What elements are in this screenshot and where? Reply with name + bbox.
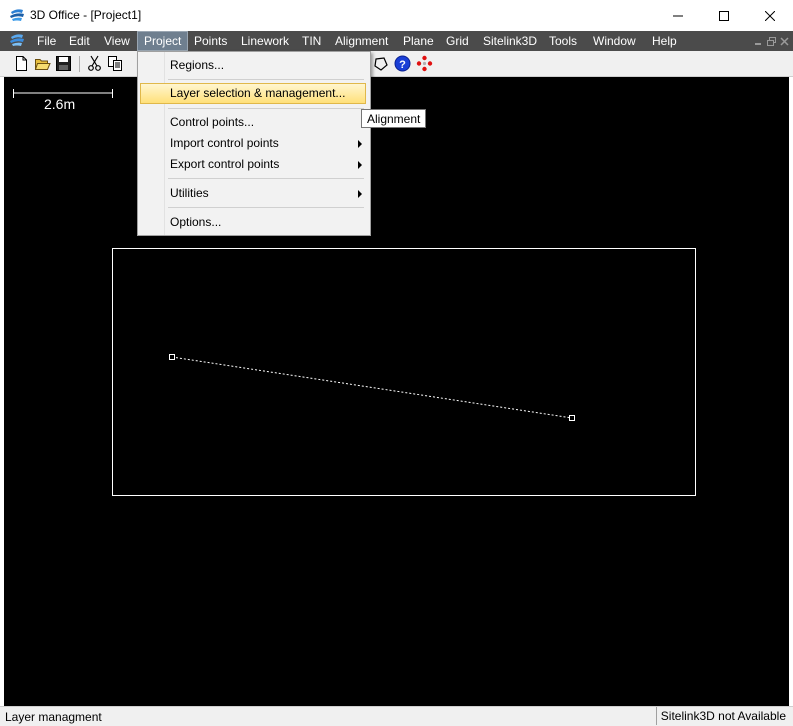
- mdi-controls: [754, 35, 789, 46]
- menu-sitelink3d[interactable]: Sitelink3D: [477, 31, 543, 51]
- minimize-button[interactable]: [655, 0, 701, 31]
- save-icon[interactable]: [55, 55, 72, 72]
- cut-icon[interactable]: [86, 55, 103, 72]
- snap-points-icon[interactable]: [416, 55, 433, 72]
- menu-item-import-control-points[interactable]: Import control points: [140, 133, 366, 154]
- scale-label: 2.6m: [44, 96, 76, 112]
- polygon-icon[interactable]: [372, 55, 389, 72]
- menu-tools[interactable]: Tools: [543, 31, 583, 51]
- menu-grid[interactable]: Grid: [440, 31, 475, 51]
- app-logo-icon: [10, 9, 24, 21]
- sitelink-status: Sitelink3D not Available: [655, 707, 790, 725]
- mdi-restore-icon[interactable]: [767, 35, 776, 46]
- menu-project[interactable]: Project: [137, 31, 189, 51]
- menu-item-label: Import control points: [170, 136, 279, 150]
- menu-item-label: Control points...: [170, 115, 255, 129]
- open-folder-icon[interactable]: [34, 55, 51, 72]
- menu-linework[interactable]: Linework: [235, 31, 295, 51]
- minimize-icon: [673, 15, 683, 16]
- document-logo-icon[interactable]: [9, 33, 25, 48]
- toolbar-separator: [79, 56, 80, 72]
- menu-item-utilities[interactable]: Utilities: [140, 183, 366, 204]
- menu-tin[interactable]: TIN: [296, 31, 327, 51]
- menu-item-regions[interactable]: Regions...: [140, 55, 366, 76]
- menu-points[interactable]: Points: [188, 31, 233, 51]
- menu-item-label: Options...: [170, 215, 222, 229]
- maximize-icon: [719, 10, 729, 21]
- status-bar: Layer managment Sitelink3D not Available: [0, 706, 793, 726]
- submenu-arrow-icon: [358, 140, 362, 148]
- toolbar: ?: [0, 51, 793, 77]
- menu-separator: [168, 207, 364, 208]
- submenu-arrow-icon: [358, 190, 362, 198]
- menu-item-layer-selection[interactable]: Layer selection & management...: [140, 83, 366, 104]
- menu-item-control-points[interactable]: Control points...: [140, 112, 366, 133]
- menu-separator: [168, 178, 364, 179]
- menu-item-options[interactable]: Options...: [140, 212, 366, 233]
- menu-help[interactable]: Help: [646, 31, 683, 51]
- svg-text:?: ?: [399, 59, 406, 71]
- menu-alignment[interactable]: Alignment: [329, 31, 394, 51]
- menu-item-label: Export control points: [170, 157, 280, 171]
- toolbar-tooltip: Alignment: [361, 109, 427, 128]
- menu-window[interactable]: Window: [587, 31, 642, 51]
- menu-item-label: Regions...: [170, 58, 225, 72]
- help-icon[interactable]: ?: [394, 55, 411, 72]
- mdi-close-icon[interactable]: [780, 35, 789, 46]
- menu-item-label: Layer selection & management...: [170, 86, 346, 100]
- status-message: Layer managment: [5, 710, 102, 724]
- menu-separator: [168, 108, 364, 109]
- drawing-canvas[interactable]: [4, 77, 789, 706]
- submenu-arrow-icon: [358, 161, 362, 169]
- project-menu-dropdown: Regions... Layer selection & management.…: [137, 51, 371, 236]
- menu-edit[interactable]: Edit: [63, 31, 96, 51]
- maximize-button[interactable]: [701, 0, 747, 31]
- title-bar: 3D Office - [Project1]: [0, 0, 793, 31]
- menu-file[interactable]: File: [31, 31, 62, 51]
- menu-view[interactable]: View: [98, 31, 136, 51]
- close-button[interactable]: [747, 0, 793, 31]
- copy-icon[interactable]: [107, 55, 124, 72]
- mdi-minimize-icon[interactable]: [754, 35, 763, 45]
- close-icon: [765, 10, 775, 21]
- window-title: 3D Office - [Project1]: [30, 8, 142, 22]
- menu-separator: [168, 79, 364, 80]
- new-file-icon[interactable]: [13, 55, 30, 72]
- menu-item-export-control-points[interactable]: Export control points: [140, 154, 366, 175]
- menu-plane[interactable]: Plane: [397, 31, 440, 51]
- menu-item-label: Utilities: [170, 186, 209, 200]
- menu-bar: File Edit View Project Points Linework T…: [0, 31, 793, 51]
